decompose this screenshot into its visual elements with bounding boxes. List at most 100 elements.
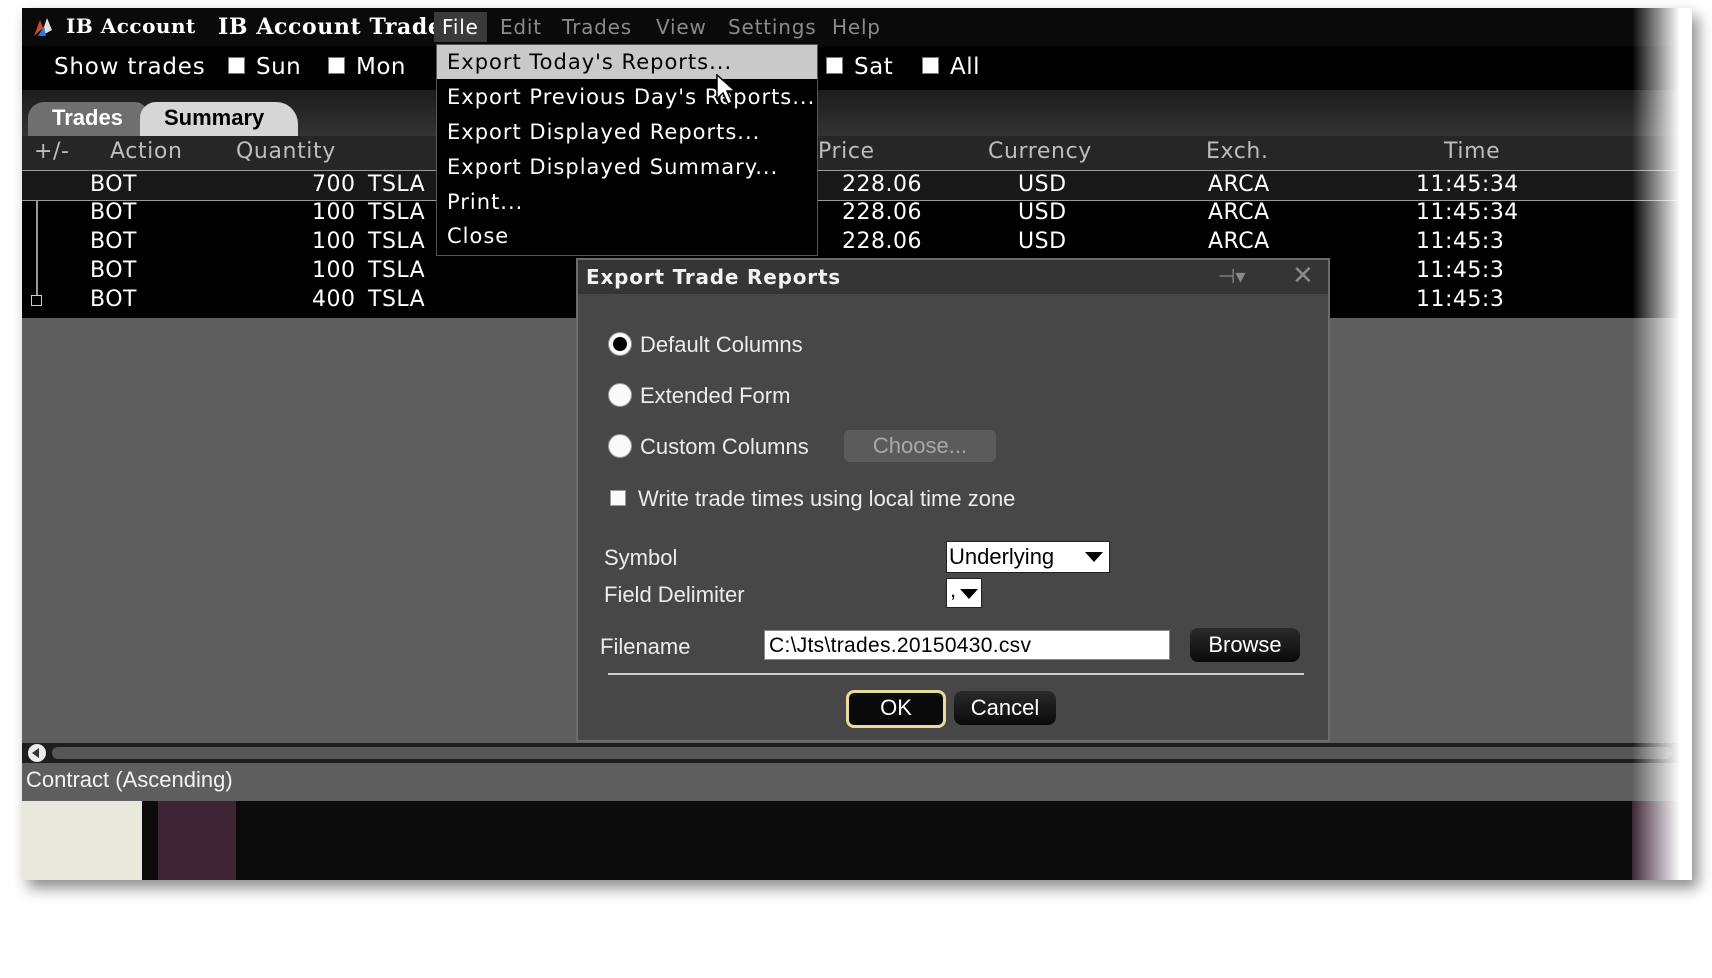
menu-view[interactable]: View [656,12,707,42]
row-quantity: 700 [312,172,356,197]
menu-item-export-displayed[interactable]: Export Displayed Reports... [437,115,817,149]
custom-columns-radio[interactable] [608,434,632,458]
row-action: BOT [90,229,137,254]
horizontal-scrollbar[interactable] [22,743,1692,763]
symbol-label: Symbol [604,545,678,570]
all-checkbox[interactable] [922,57,939,74]
menu-edit[interactable]: Edit [500,12,542,42]
row-action: BOT [90,200,137,225]
delimiter-select-value: , [950,577,957,602]
trade-day-filter: Show trades Sun Mon Sat All [22,46,1692,90]
row-time: 11:45:34 [1416,172,1519,197]
row-symbol: TSLA [368,287,426,312]
menu-item-export-summary[interactable]: Export Displayed Summary... [437,150,817,184]
choose-button[interactable]: Choose... [844,430,996,462]
menu-item-export-previous[interactable]: Export Previous Day's Reports... [437,80,817,114]
symbol-select[interactable]: Underlying [946,541,1110,573]
scroll-left-icon[interactable] [28,744,46,762]
col-price[interactable]: Price [818,139,875,164]
row-price: 228.06 [842,200,922,225]
menu-item-export-today[interactable]: Export Today's Reports... [437,45,817,79]
col-time[interactable]: Time [1444,139,1500,164]
row-time: 11:45:3 [1416,258,1505,283]
sat-checkbox[interactable] [826,57,843,74]
table-row[interactable]: BOT 700 TSLA 228.06 USD ARCA 11:45:34 [22,170,1692,201]
footer-panel [158,801,236,880]
sort-status: Contract (Ascending) [26,767,233,792]
torn-edge-effect [1632,8,1692,880]
table-row[interactable]: BOT 100 TSLA 228.06 USD ARCA 11:45:34 [22,199,1692,228]
menu-item-close[interactable]: Close [437,219,817,253]
col-currency[interactable]: Currency [988,139,1092,164]
menu-trades[interactable]: Trades [562,12,632,42]
row-price: 228.06 [842,229,922,254]
row-action: BOT [90,172,137,197]
row-exchange: ARCA [1208,200,1270,225]
field-delimiter-label: Field Delimiter [604,582,745,607]
close-icon[interactable]: ✕ [1292,260,1314,291]
symbol-select-value: Underlying [949,544,1055,569]
field-delimiter-select[interactable]: , [946,577,982,608]
tab-strip: Trades Summary [22,90,1692,136]
footer-panel [22,801,142,880]
row-exchange: ARCA [1208,172,1270,197]
all-label: All [950,54,981,80]
mon-checkbox[interactable] [328,57,345,74]
extended-form-label: Extended Form [640,383,791,408]
ok-button[interactable]: OK [846,690,946,728]
menu-settings[interactable]: Settings [728,12,816,42]
sat-label: Sat [854,54,894,80]
col-quantity[interactable]: Quantity [236,139,336,164]
row-quantity: 100 [312,200,356,225]
row-action: BOT [90,258,137,283]
menu-file[interactable]: File [434,12,487,42]
sun-label: Sun [256,54,302,80]
table-row[interactable]: BOT 100 TSLA 228.06 USD ARCA 11:45:3 [22,228,1692,257]
menu-item-print[interactable]: Print... [437,185,817,219]
row-quantity: 400 [312,287,356,312]
local-time-zone-label: Write trade times using local time zone [638,486,1016,511]
local-time-zone-checkbox[interactable] [610,490,626,506]
row-symbol: TSLA [368,200,426,225]
chevron-down-icon [1085,552,1103,562]
row-currency: USD [1018,200,1067,225]
default-columns-label: Default Columns [640,332,803,357]
browse-button[interactable]: Browse [1190,628,1300,662]
tab-trades[interactable]: Trades [28,102,147,136]
scroll-track[interactable] [52,747,1672,759]
filename-field[interactable]: C:\Jts\trades.20150430.csv [764,630,1170,660]
tab-summary[interactable]: Summary [140,102,299,136]
custom-columns-label: Custom Columns [640,434,809,459]
row-quantity: 100 [312,229,356,254]
row-time: 11:45:3 [1416,229,1505,254]
row-time: 11:45:3 [1416,287,1505,312]
show-trades-label: Show trades [54,54,206,80]
mon-label: Mon [356,54,406,80]
row-currency: USD [1018,172,1067,197]
row-symbol: TSLA [368,229,426,254]
file-menu: Export Today's Reports... Export Previou… [436,44,818,256]
extended-form-radio[interactable] [608,383,632,407]
pin-icon[interactable]: ⊣▾ [1218,264,1245,289]
menu-help[interactable]: Help [832,12,881,42]
footer-strip [22,801,1692,880]
filename-label: Filename [600,634,691,659]
dialog-title: Export Trade Reports [586,265,842,289]
divider [608,673,1304,675]
row-symbol: TSLA [368,258,426,283]
cancel-button[interactable]: Cancel [954,691,1056,725]
app-logo-icon [34,18,52,36]
row-time: 11:45:34 [1416,200,1519,225]
default-columns-radio[interactable] [608,332,632,356]
col-plus-minus[interactable]: +/- [34,139,70,164]
app-label: IB Account [66,14,196,38]
col-exchange[interactable]: Exch. [1206,139,1269,164]
row-quantity: 100 [312,258,356,283]
col-action[interactable]: Action [110,139,183,164]
sun-checkbox[interactable] [228,57,245,74]
row-price: 228.06 [842,172,922,197]
column-headers: +/- Action Quantity Price Currency Exch.… [22,136,1692,170]
export-trade-reports-dialog: Export Trade Reports ⊣▾ ✕ Default Column… [576,258,1330,742]
mouse-pointer-icon [716,74,737,106]
dialog-title-bar: Export Trade Reports ⊣▾ ✕ [578,260,1328,294]
